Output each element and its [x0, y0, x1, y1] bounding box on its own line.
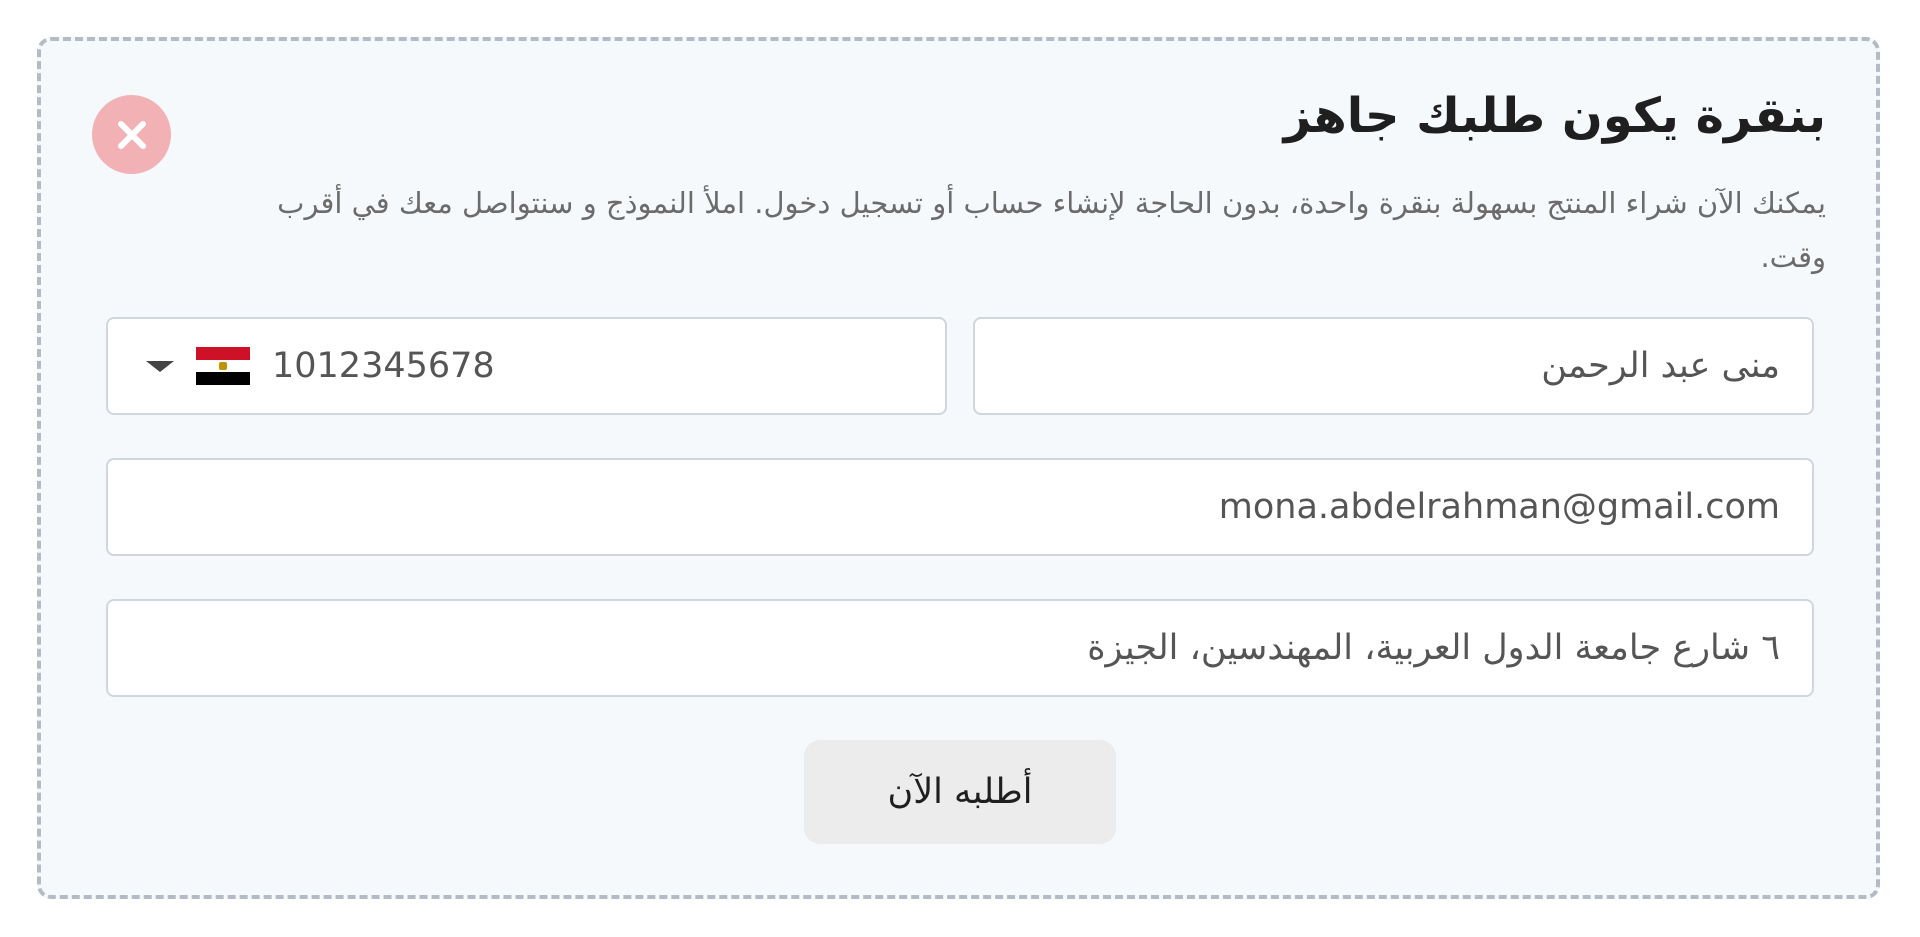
phone-input[interactable]	[272, 319, 792, 413]
name-field	[973, 317, 1814, 415]
phone-field	[106, 317, 947, 415]
chevron-down-icon[interactable]	[146, 360, 174, 372]
form-title: بنقرة يكون طلبك جاهز	[1283, 88, 1826, 144]
egypt-flag-icon[interactable]	[196, 347, 250, 386]
form-description: يمكنك الآن شراء المنتج بسهولة بنقرة واحد…	[277, 186, 1826, 274]
email-input[interactable]	[108, 460, 1812, 554]
close-icon	[117, 120, 146, 149]
address-input[interactable]	[108, 601, 1812, 695]
order-now-button[interactable]: أطلبه الآن	[804, 740, 1116, 844]
name-input[interactable]	[975, 319, 1812, 413]
email-field	[106, 458, 1814, 556]
close-button[interactable]	[92, 95, 171, 174]
address-field	[106, 599, 1814, 697]
